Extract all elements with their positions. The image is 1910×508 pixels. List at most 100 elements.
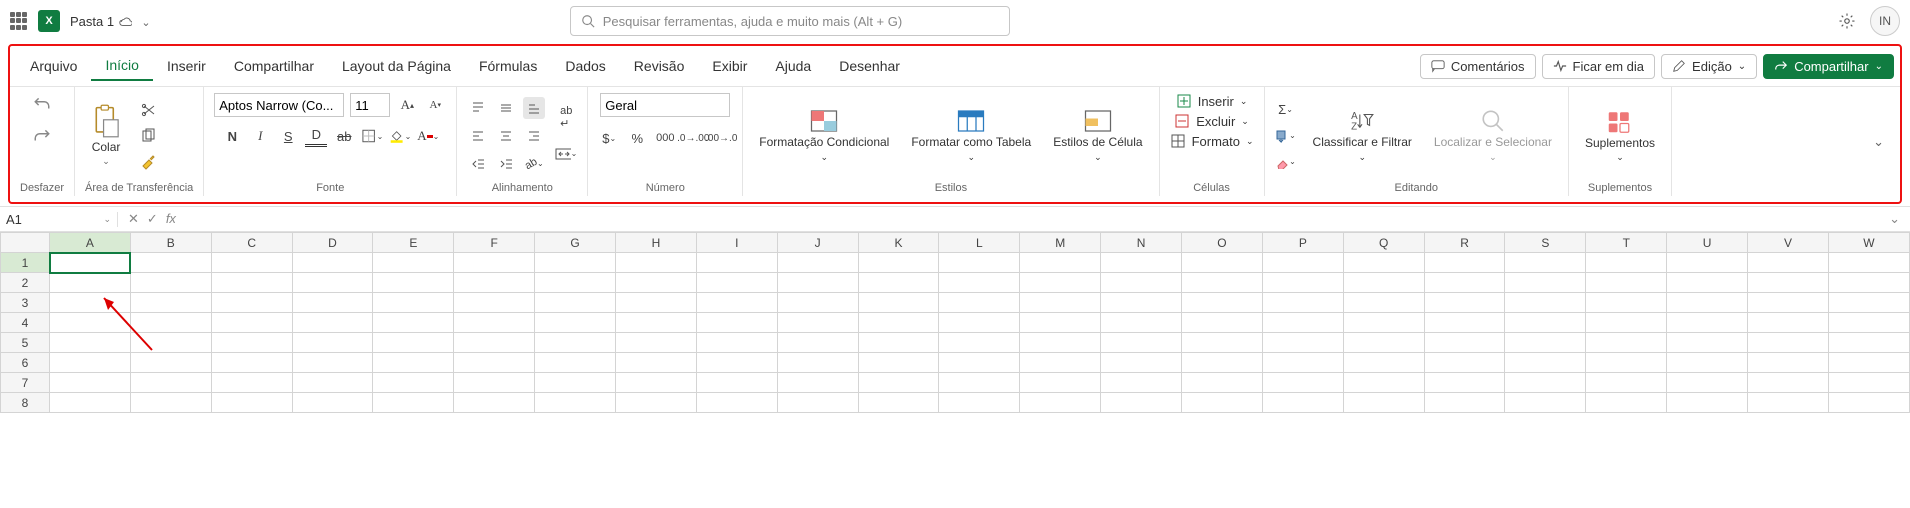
cell[interactable] [1101,313,1182,333]
cell[interactable] [1505,253,1586,273]
cell[interactable] [616,353,697,373]
column-header[interactable]: U [1667,233,1748,253]
merge-button[interactable]: ⌄ [555,143,577,165]
cell[interactable] [1182,333,1263,353]
row-header[interactable]: 3 [1,293,50,313]
cell[interactable] [1182,293,1263,313]
cell[interactable] [211,333,292,353]
cell[interactable] [130,293,211,313]
cell[interactable] [211,273,292,293]
cell[interactable] [211,353,292,373]
cell[interactable] [454,373,535,393]
cell[interactable] [1182,273,1263,293]
cell[interactable] [1020,273,1101,293]
column-header[interactable]: O [1182,233,1263,253]
cell[interactable] [1748,393,1829,413]
cell[interactable] [292,273,373,293]
column-header[interactable]: T [1586,233,1667,253]
borders-button[interactable]: ⌄ [361,125,383,147]
formula-input[interactable] [186,207,1879,231]
cell[interactable] [1343,253,1424,273]
undo-button[interactable] [31,93,53,115]
cell[interactable] [454,253,535,273]
cell[interactable] [1262,353,1343,373]
cell[interactable] [1748,273,1829,293]
cell[interactable] [777,253,858,273]
cell[interactable] [696,353,777,373]
cell[interactable] [454,353,535,373]
cell[interactable] [50,393,131,413]
cell[interactable] [454,393,535,413]
cell[interactable] [616,373,697,393]
cell[interactable] [1101,333,1182,353]
cut-button[interactable] [137,99,159,121]
cell[interactable] [373,353,454,373]
fill-button[interactable]: ⌄ [1275,125,1297,147]
cell[interactable] [939,293,1020,313]
gear-icon[interactable] [1838,12,1856,30]
row-header[interactable]: 1 [1,253,50,273]
cell[interactable] [1667,333,1748,353]
cell[interactable] [130,313,211,333]
cell[interactable] [1748,313,1829,333]
cell[interactable] [939,313,1020,333]
cell[interactable] [858,373,939,393]
copy-button[interactable] [137,125,159,147]
cell[interactable] [211,253,292,273]
column-header[interactable]: P [1262,233,1343,253]
cell[interactable] [292,333,373,353]
cell[interactable] [1505,313,1586,333]
cell[interactable] [1667,253,1748,273]
cell[interactable] [1424,313,1505,333]
cell[interactable] [211,313,292,333]
format-painter-button[interactable] [137,151,159,173]
cell[interactable] [292,353,373,373]
cell[interactable] [1505,293,1586,313]
cell[interactable] [1262,333,1343,353]
cell[interactable] [454,293,535,313]
column-header[interactable]: B [130,233,211,253]
cell[interactable] [1586,333,1667,353]
cell[interactable] [939,273,1020,293]
cell[interactable] [50,333,131,353]
cell[interactable] [535,373,616,393]
cell[interactable] [1667,393,1748,413]
percent-button[interactable]: % [626,127,648,149]
cell[interactable] [1182,373,1263,393]
column-header[interactable]: F [454,233,535,253]
align-top-button[interactable] [467,97,489,119]
cell[interactable] [130,273,211,293]
cell[interactable] [858,273,939,293]
cell[interactable] [1262,293,1343,313]
tab-inserir[interactable]: Inserir [153,52,220,80]
cell[interactable] [939,333,1020,353]
cell[interactable] [1586,293,1667,313]
cell[interactable] [1828,333,1909,353]
cell[interactable] [1586,313,1667,333]
select-all-corner[interactable] [1,233,50,253]
cell[interactable] [1505,373,1586,393]
cell[interactable] [50,293,131,313]
cell[interactable] [1424,393,1505,413]
tab-arquivo[interactable]: Arquivo [16,52,91,80]
row-header[interactable]: 6 [1,353,50,373]
cell[interactable] [130,373,211,393]
cell[interactable] [616,253,697,273]
cell[interactable] [939,253,1020,273]
cell[interactable] [1424,253,1505,273]
align-bottom-button[interactable] [523,97,545,119]
cell[interactable] [292,313,373,333]
cell[interactable] [292,373,373,393]
cell[interactable] [535,273,616,293]
cell[interactable] [535,393,616,413]
conditional-formatting-button[interactable]: Formatação Condicional⌄ [753,106,895,164]
cell[interactable] [373,393,454,413]
comma-style-button[interactable]: 000 [654,127,676,149]
cell[interactable] [373,333,454,353]
cell[interactable] [1505,333,1586,353]
autosum-button[interactable]: Σ ⌄ [1275,99,1297,121]
cell[interactable] [1505,393,1586,413]
cell[interactable] [535,353,616,373]
cell[interactable] [1101,353,1182,373]
row-header[interactable]: 5 [1,333,50,353]
